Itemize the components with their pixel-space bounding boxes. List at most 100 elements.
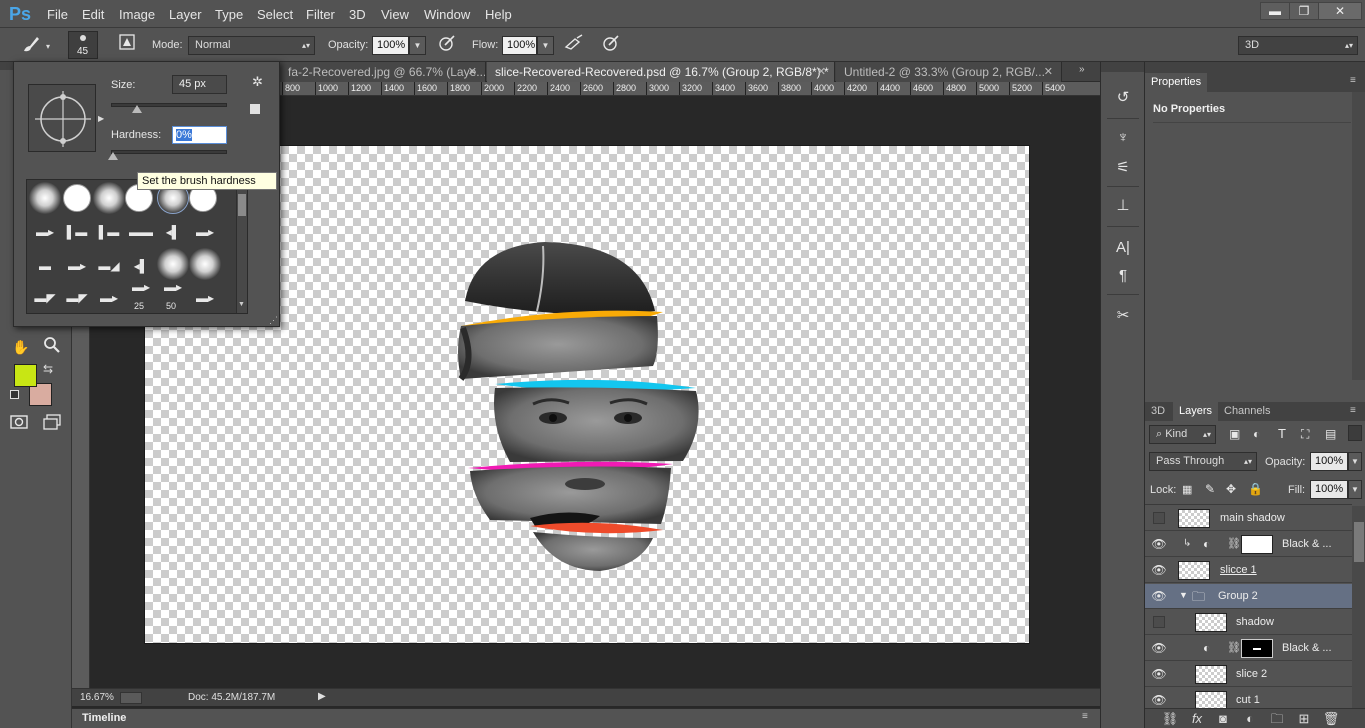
visibility-off-box[interactable] (1153, 512, 1165, 524)
hardness-slider-thumb[interactable] (108, 152, 118, 160)
brush-preset[interactable]: ▬▸ (189, 216, 221, 248)
visibility-off-box[interactable] (1153, 616, 1165, 628)
layer-row[interactable]: shadow (1145, 610, 1352, 635)
menu-window[interactable]: Window (424, 7, 470, 22)
brush-preset[interactable]: ▬◤ (61, 282, 93, 314)
tab-layers[interactable]: Layers (1173, 402, 1219, 421)
trash-icon[interactable]: 🗑 (1321, 709, 1341, 728)
brush-preset[interactable] (189, 248, 221, 280)
brush-preset[interactable]: ▬◤ (29, 282, 61, 314)
new-group-icon[interactable]: 🗀 (1267, 709, 1287, 728)
brush-panel-toggle-icon[interactable] (116, 33, 138, 55)
zoom-tool-icon[interactable] (39, 336, 65, 358)
mode-dropdown[interactable]: Normal ▴▾ (188, 36, 315, 55)
fill-arrow-icon[interactable]: ▼ (1348, 480, 1362, 499)
brush-preset[interactable] (63, 184, 91, 212)
lock-pixels-icon[interactable]: ✎ (1205, 482, 1215, 496)
menu-filter[interactable]: Filter (306, 7, 335, 22)
hardness-input[interactable]: 0% (172, 126, 227, 144)
zoom-level[interactable]: 16.67% (80, 692, 114, 703)
flow-dropdown-icon[interactable]: ▼ (537, 36, 554, 55)
size-slider-thumb[interactable] (132, 105, 142, 113)
swap-colors-icon[interactable]: ⇆ (43, 362, 53, 376)
menu-layer[interactable]: Layer (169, 7, 202, 22)
panel-menu-icon[interactable]: ≡ (1350, 405, 1356, 416)
flow-input[interactable]: 100% (502, 36, 537, 55)
eye-icon[interactable]: 👁 (1151, 562, 1167, 578)
tab-document-3[interactable]: Untitled-2 @ 33.3% (Group 2, RGB/... ✕ (836, 62, 1062, 82)
scroll-down-icon[interactable]: ▼ (238, 301, 245, 308)
fx-icon[interactable]: fx (1187, 709, 1207, 728)
brush-preset[interactable]: ◂▌ (157, 216, 189, 248)
layer-row[interactable]: 👁 slicce 1 (1145, 558, 1352, 583)
pressure-opacity-icon[interactable] (436, 33, 458, 55)
airbrush-icon[interactable] (563, 33, 585, 55)
clone-source-icon[interactable]: ⊥ (1109, 194, 1137, 218)
brush-tip-preview[interactable] (28, 84, 96, 152)
size-input[interactable]: 45 px (172, 75, 227, 94)
new-adjustment-icon[interactable]: ◐ (1240, 709, 1260, 728)
hardness-slider-track[interactable] (111, 150, 227, 154)
layer-row[interactable]: 👁 slice 2 (1145, 662, 1352, 687)
close-tab-icon[interactable]: ✕ (817, 62, 826, 82)
history-icon[interactable]: ↺ (1109, 86, 1137, 110)
tool-preset-arrow-icon[interactable]: ▾ (46, 42, 50, 51)
brush-preset[interactable]: ▌▬ (61, 216, 93, 248)
link-icon[interactable]: ⛓ (1227, 537, 1241, 550)
size-slider-track[interactable] (111, 103, 227, 107)
close-tab-icon[interactable]: ✕ (468, 62, 477, 82)
quick-mask-icon[interactable] (6, 414, 32, 436)
eye-icon[interactable]: 👁 (1151, 536, 1167, 552)
blend-mode-dropdown[interactable]: Pass Through ▴▾ (1149, 452, 1257, 471)
layer-row[interactable]: 👁 ◐ ⛓ Black & ... (1145, 636, 1352, 661)
brush-preset[interactable] (93, 182, 125, 214)
menu-help[interactable]: Help (485, 7, 512, 22)
layer-filter-dropdown[interactable]: ⌕ Kind ▴▾ (1149, 425, 1216, 444)
layers-scrollbar[interactable] (1352, 506, 1365, 708)
link-layers-icon[interactable]: ⛓ (1160, 709, 1180, 728)
status-menu-arrow-icon[interactable]: ▶ (318, 691, 326, 702)
panel-menu-icon[interactable]: ≡ (1082, 711, 1088, 722)
status-share-icon[interactable] (120, 692, 142, 704)
brush-panel-icon[interactable]: ⚟ (1109, 156, 1137, 180)
brush-preset[interactable]: ▬▸ (189, 282, 221, 314)
brush-preset[interactable]: ▬▸ (61, 250, 93, 282)
close-tab-icon[interactable]: ✕ (1044, 62, 1053, 82)
brush-preset[interactable] (157, 248, 189, 280)
eye-icon[interactable]: 👁 (1151, 692, 1167, 708)
chevron-down-icon[interactable]: ▼ (1179, 590, 1188, 600)
eye-icon[interactable]: 👁 (1151, 640, 1167, 656)
brush-preset[interactable]: ▬◢ (93, 250, 125, 282)
brush-preset[interactable]: ▬▸ (29, 216, 61, 248)
character-panel-icon[interactable]: A| (1109, 236, 1137, 260)
filter-type-icon[interactable]: T (1278, 426, 1286, 441)
lock-transparent-icon[interactable]: ▦ (1182, 483, 1192, 496)
brush-preset[interactable] (29, 182, 61, 214)
tab-document-1[interactable]: fa-2-Recovered.jpg @ 66.7% (Laye... ✕ (280, 62, 486, 82)
filter-adjustment-icon[interactable]: ◐ (1253, 427, 1260, 441)
gear-icon[interactable]: ✲ (252, 74, 263, 90)
menu-file[interactable]: File (47, 7, 68, 22)
brush-preset[interactable]: ▬▸ (93, 282, 125, 314)
scrollbar-thumb[interactable] (1354, 522, 1364, 562)
layer-opacity-arrow-icon[interactable]: ▼ (1348, 452, 1362, 471)
close-window-icon[interactable]: ✕ (1318, 2, 1362, 20)
layer-row[interactable]: main shadow (1145, 506, 1352, 531)
screen-mode-icon[interactable] (39, 414, 65, 436)
brush-tool-icon[interactable] (20, 33, 42, 55)
layer-mask-thumbnail[interactable] (1241, 535, 1273, 554)
opacity-input[interactable]: 100% (372, 36, 409, 55)
panel-menu-icon[interactable]: ≡ (1350, 75, 1356, 86)
new-layer-icon[interactable]: ⊞ (1294, 709, 1314, 728)
menu-3d[interactable]: 3D (349, 7, 366, 22)
foreground-color-swatch[interactable] (14, 364, 37, 387)
tab-3d[interactable]: 3D (1145, 402, 1171, 421)
paragraph-panel-icon[interactable]: ¶ (1109, 264, 1137, 288)
layer-row-selected[interactable]: 👁 ▼ 🗀 Group 2 (1145, 584, 1352, 609)
brush-preset[interactable]: ▬ (29, 250, 61, 282)
filter-pixel-icon[interactable]: ▣ (1229, 427, 1240, 441)
tab-document-2[interactable]: slice-Recovered-Recovered.psd @ 16.7% (G… (487, 62, 835, 82)
lock-position-icon[interactable]: ✥ (1226, 482, 1236, 496)
properties-scrollbar[interactable] (1352, 92, 1365, 380)
presets-scrollbar[interactable]: ▼ (236, 180, 247, 313)
